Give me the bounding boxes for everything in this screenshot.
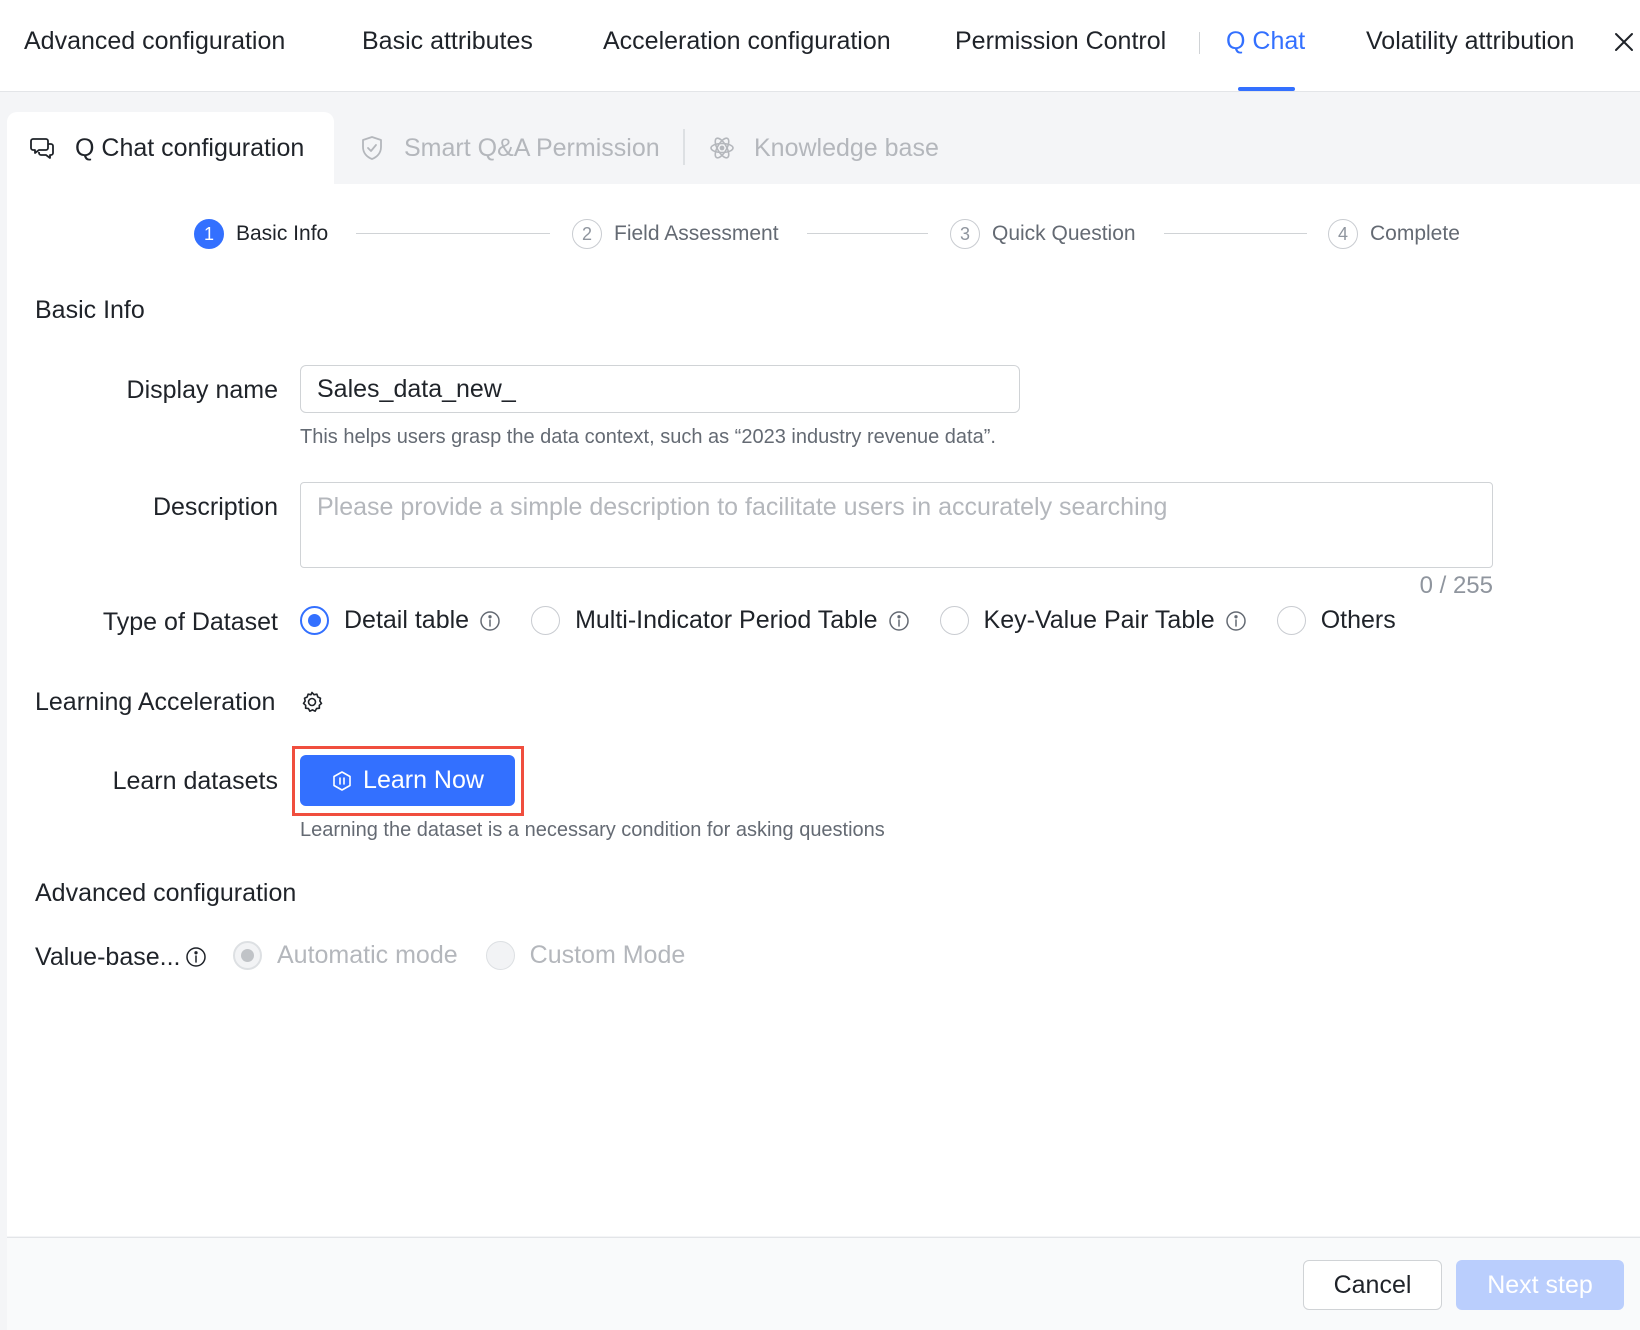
radio-label: Custom Mode (529, 941, 686, 969)
description-char-counter: 0 / 255 (1419, 572, 1493, 599)
radio-label: Detail table (344, 606, 470, 634)
info-icon[interactable] (888, 610, 910, 632)
radio-multi-indicator-period-table[interactable]: Multi-Indicator Period Table (531, 606, 909, 635)
chat-icon (29, 134, 57, 162)
step-label: Complete (1370, 222, 1460, 245)
step-number: 3 (950, 219, 980, 249)
radio-circle (485, 941, 515, 970)
step-complete: 4 Complete (1328, 218, 1460, 250)
learn-hint: Learning the dataset is a necessary cond… (300, 819, 885, 841)
subtab-q-chat-configuration[interactable]: Q Chat configuration (7, 112, 334, 184)
dialog-title: Advanced configuration (24, 27, 286, 55)
dataset-type-radio-group: Detail table Multi-Indicator Period Tabl… (300, 606, 1396, 635)
step-connector (356, 233, 550, 234)
learn-now-label: Learn Now (363, 766, 484, 794)
tab-basic-attributes[interactable]: Basic attributes (362, 27, 533, 56)
info-icon[interactable] (185, 946, 207, 968)
step-connector (807, 233, 928, 234)
close-icon[interactable] (1610, 28, 1638, 56)
radio-label: Key-Value Pair Table (983, 606, 1215, 634)
step-field-assessment: 2 Field Assessment (572, 218, 779, 250)
step-connector (1164, 233, 1307, 234)
step-number: 1 (194, 219, 224, 249)
radio-custom-mode: Custom Mode (485, 941, 686, 970)
tab-q-chat[interactable]: Q Chat (1226, 27, 1305, 56)
subtab-knowledge-base[interactable]: Knowledge base (708, 112, 939, 184)
description-label: Description (152, 493, 278, 521)
top-tab-bar: Advanced configuration Basic attributes … (0, 0, 1640, 92)
step-quick-question: 3 Quick Question (950, 218, 1136, 250)
step-number: 2 (572, 219, 602, 249)
radio-automatic-mode: Automatic mode (233, 941, 458, 970)
tab-divider (1199, 32, 1200, 54)
subtab-label: Knowledge base (754, 133, 939, 162)
subtab-divider (683, 129, 685, 165)
step-label: Field Assessment (614, 222, 779, 245)
radio-detail-table[interactable]: Detail table (300, 606, 501, 635)
advanced-configuration-heading: Advanced configuration (35, 879, 297, 907)
step-label: Quick Question (992, 222, 1136, 245)
shield-check-icon (358, 134, 386, 162)
atom-icon (708, 134, 736, 162)
subtab-label: Smart Q&A Permission (404, 133, 660, 162)
value-based-mode-radio-group: Automatic mode Custom Mode (233, 941, 685, 970)
tab-permission-control[interactable]: Permission Control (955, 27, 1166, 56)
radio-circle (233, 941, 262, 970)
display-name-label: Display name (126, 376, 278, 404)
radio-label: Multi-Indicator Period Table (575, 606, 878, 634)
subtab-smart-qa-permission[interactable]: Smart Q&A Permission (358, 112, 660, 184)
dataset-type-label: Type of Dataset (102, 608, 278, 636)
active-tab-indicator (1238, 87, 1295, 91)
radio-others[interactable]: Others (1276, 606, 1396, 635)
radio-label: Automatic mode (277, 941, 458, 969)
step-label: Basic Info (236, 222, 329, 245)
cancel-button[interactable]: Cancel (1303, 1260, 1442, 1310)
step-number: 4 (1328, 219, 1358, 249)
display-name-input[interactable] (300, 365, 1020, 413)
radio-key-value-pair-table[interactable]: Key-Value Pair Table (939, 606, 1247, 635)
tab-acceleration-configuration[interactable]: Acceleration configuration (603, 27, 891, 56)
radio-circle (1276, 606, 1306, 635)
description-textarea[interactable] (300, 482, 1493, 568)
subtab-label: Q Chat configuration (75, 133, 305, 162)
step-basic-info: 1 Basic Info (194, 218, 328, 250)
display-name-hint: This helps users grasp the data context,… (300, 426, 996, 448)
gear-icon[interactable] (300, 690, 324, 714)
learn-now-button[interactable]: Learn Now (300, 755, 515, 806)
radio-circle (531, 606, 561, 635)
learn-datasets-label: Learn datasets (112, 767, 278, 795)
radio-label: Others (1320, 606, 1396, 634)
info-icon[interactable] (479, 610, 501, 632)
info-icon[interactable] (1225, 610, 1247, 632)
tab-volatility-attribution[interactable]: Volatility attribution (1366, 27, 1574, 56)
radio-circle (939, 606, 969, 635)
value-based-label: Value-base... (35, 943, 181, 971)
next-step-button: Next step (1456, 1260, 1624, 1310)
radio-circle (300, 606, 329, 635)
basic-info-heading: Basic Info (35, 296, 145, 324)
learning-acceleration-label: Learning Acceleration (35, 688, 276, 716)
hexagon-icon (331, 770, 353, 792)
